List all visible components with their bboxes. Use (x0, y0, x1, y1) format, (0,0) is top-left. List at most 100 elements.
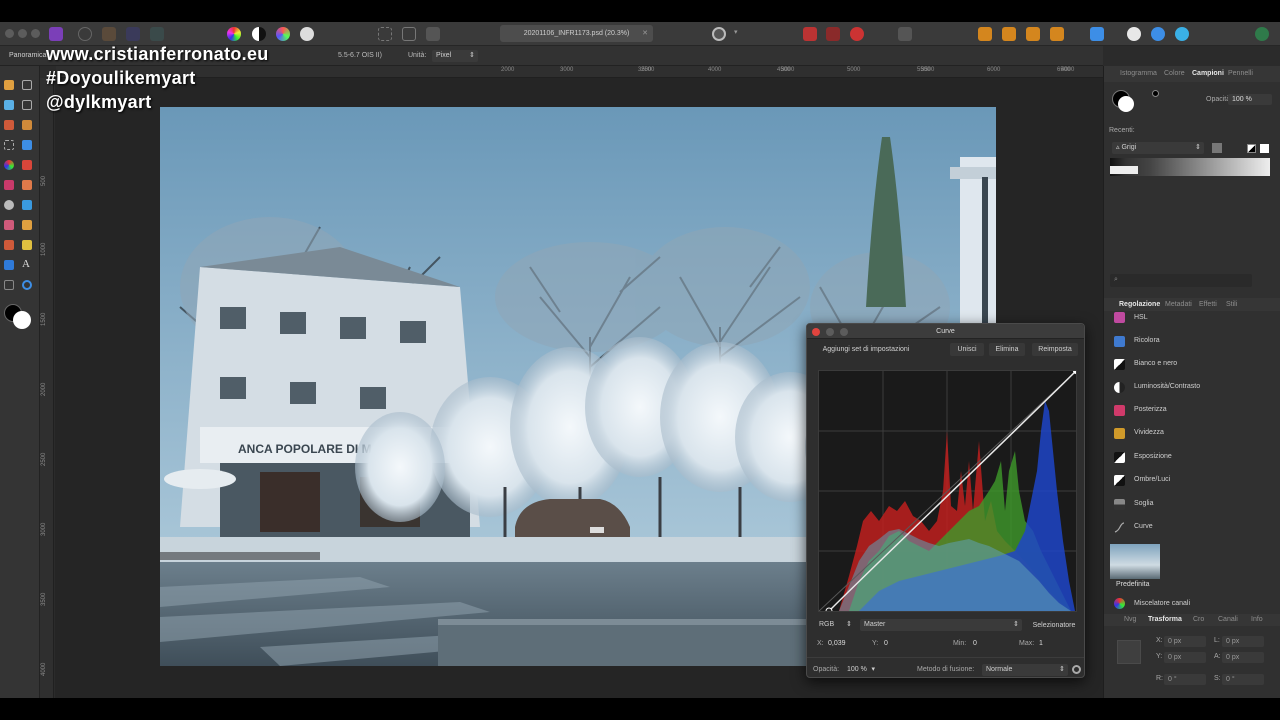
quick-mask-icon[interactable] (898, 27, 912, 41)
units-select[interactable]: Pixel ⇕ (432, 50, 478, 62)
reset-button[interactable]: Reimposta (1032, 343, 1078, 356)
mask-mode-icon[interactable] (712, 27, 726, 41)
color-replacement-tool-icon[interactable] (4, 180, 14, 190)
boolean-add-icon[interactable] (1127, 27, 1141, 41)
move-tool-icon[interactable] (22, 80, 32, 90)
arrange-forward-icon[interactable] (1026, 27, 1040, 41)
tab-history[interactable]: Cro (1193, 616, 1204, 623)
tab-transform[interactable]: Trasforma (1148, 616, 1182, 623)
close-dialog-button[interactable] (812, 328, 820, 336)
auto-levels-icon[interactable] (227, 27, 241, 41)
opacity-select[interactable]: 100 % ▾ (843, 664, 877, 676)
auto-white-balance-icon[interactable] (300, 27, 314, 41)
merge-button[interactable]: Unisci (950, 343, 984, 356)
shape-tool-icon[interactable] (4, 260, 14, 270)
transform-height-input[interactable]: 0 px (1222, 652, 1264, 663)
tab-metadata[interactable]: Metadati (1165, 301, 1192, 308)
min-value[interactable]: 0 (973, 640, 977, 647)
assistant-icon[interactable] (826, 27, 840, 41)
max-value[interactable]: 1 (1039, 640, 1043, 647)
paint-brush-tool-icon[interactable] (22, 160, 32, 170)
persona-export-icon[interactable] (150, 27, 164, 41)
adjustment-channel-mixer[interactable]: Miscelatore canali (1110, 596, 1275, 612)
swap-colors-icon[interactable] (1152, 90, 1159, 97)
auto-colors-icon[interactable] (276, 27, 290, 41)
flood-select-tool-icon[interactable] (22, 120, 32, 130)
arrange-back-icon[interactable] (978, 27, 992, 41)
adjustment-hsl[interactable]: HSL (1110, 311, 1275, 325)
invert-selection-icon[interactable] (426, 27, 440, 41)
zoom-window-button[interactable] (31, 29, 40, 38)
add-preset-button[interactable]: Aggiungi set di impostazioni (815, 343, 917, 356)
adjustment-posterize[interactable]: Posterizza (1110, 400, 1275, 422)
app-logo-icon[interactable] (49, 27, 63, 41)
adjustment-recolor[interactable]: Ricolora (1110, 331, 1275, 353)
stroke-color-swatch[interactable] (1118, 96, 1134, 112)
arrange-front-icon[interactable] (1050, 27, 1064, 41)
palette-menu-icon[interactable] (1212, 143, 1222, 153)
crop-tool-icon[interactable] (22, 100, 32, 110)
boolean-subtract-icon[interactable] (1151, 27, 1165, 41)
secondary-color-swatch[interactable] (13, 311, 31, 329)
zoom-dialog-button[interactable] (840, 328, 848, 336)
tab-adjustments[interactable]: Regolazione (1119, 301, 1160, 308)
adjustment-curves[interactable]: Curve (1110, 517, 1275, 539)
tab-navigator[interactable]: Nvg (1124, 616, 1136, 623)
adjustment-shadows-highlights[interactable]: Ombre/Luci (1110, 470, 1275, 492)
flood-fill-tool-icon[interactable] (22, 140, 32, 150)
tab-color[interactable]: Colore (1164, 70, 1185, 77)
snapping-icon[interactable] (850, 27, 864, 41)
blemish-tool-icon[interactable] (4, 220, 14, 230)
persona-photo-icon[interactable] (78, 27, 92, 41)
color-picker-tool-icon[interactable] (4, 100, 14, 110)
persona-develop-icon[interactable] (126, 27, 140, 41)
persona-liquify-icon[interactable] (102, 27, 116, 41)
dodge-tool-icon[interactable] (4, 200, 14, 210)
erase-tool-icon[interactable] (22, 180, 32, 190)
account-icon[interactable] (1255, 27, 1269, 41)
adjustment-brightness-contrast[interactable]: Luminosità/Contrasto (1110, 377, 1275, 399)
picker-button[interactable]: Selezionatore (1029, 619, 1079, 632)
curves-preset-thumbnail[interactable] (1110, 544, 1160, 579)
tab-swatches[interactable]: Campioni (1192, 70, 1224, 77)
hand-tool-icon[interactable] (4, 80, 14, 90)
palette-select[interactable]: ▵ Grigi ⇕ (1112, 142, 1204, 154)
curve-graph[interactable] (818, 368, 1079, 615)
tab-channels[interactable]: Canali (1218, 616, 1238, 623)
close-tab-icon[interactable]: ✕ (642, 25, 648, 42)
boolean-intersect-icon[interactable] (1175, 27, 1189, 41)
adjustment-vibrance[interactable]: Vividezza (1110, 423, 1275, 445)
adjustment-threshold[interactable]: Soglia (1110, 494, 1275, 516)
arrange-backward-icon[interactable] (1002, 27, 1016, 41)
transform-y-input[interactable]: 0 px (1164, 652, 1206, 663)
light-swatch-row[interactable] (1110, 166, 1138, 174)
curves-title-bar[interactable]: Curve (807, 324, 1084, 339)
gear-icon[interactable] (1072, 665, 1081, 674)
marquee-tool-icon[interactable] (4, 140, 14, 150)
minimize-window-button[interactable] (18, 29, 27, 38)
gradient-tool-icon[interactable] (4, 160, 14, 170)
anchor-point-selector[interactable] (1117, 640, 1141, 664)
white-swatch[interactable] (1260, 144, 1269, 153)
document-tab[interactable]: 20201106_INFR1173.psd (20.3%) ✕ (500, 25, 653, 42)
mesh-warp-tool-icon[interactable] (4, 280, 14, 290)
tab-brushes[interactable]: Pennelli (1228, 70, 1253, 77)
adjustment-exposure[interactable]: Esposizione (1110, 447, 1275, 469)
clone-tool-icon[interactable] (22, 200, 32, 210)
tab-effects[interactable]: Effetti (1199, 301, 1217, 308)
blend-mode-select[interactable]: Normale ⇕ (982, 664, 1068, 676)
auto-contrast-icon[interactable] (252, 27, 266, 41)
pen-tool-icon[interactable] (22, 240, 32, 250)
zoom-tool-icon[interactable] (22, 280, 32, 290)
x-value[interactable]: 0,039 (828, 640, 846, 647)
mask-mode-chevron-icon[interactable]: ▾ (734, 28, 738, 36)
channel-select[interactable]: Master ⇕ (860, 619, 1022, 631)
minimize-dialog-button[interactable] (826, 328, 834, 336)
tab-styles[interactable]: Stili (1226, 301, 1237, 308)
swatch-opacity-input[interactable]: 100 % (1228, 94, 1272, 105)
color-space-select[interactable]: RGB ⇕ (815, 619, 855, 631)
transform-x-input[interactable]: 0 px (1164, 636, 1206, 647)
selection-brush-tool-icon[interactable] (4, 120, 14, 130)
red-eye-tool-icon[interactable] (4, 240, 14, 250)
transform-shear-input[interactable]: 0 ° (1222, 674, 1264, 685)
